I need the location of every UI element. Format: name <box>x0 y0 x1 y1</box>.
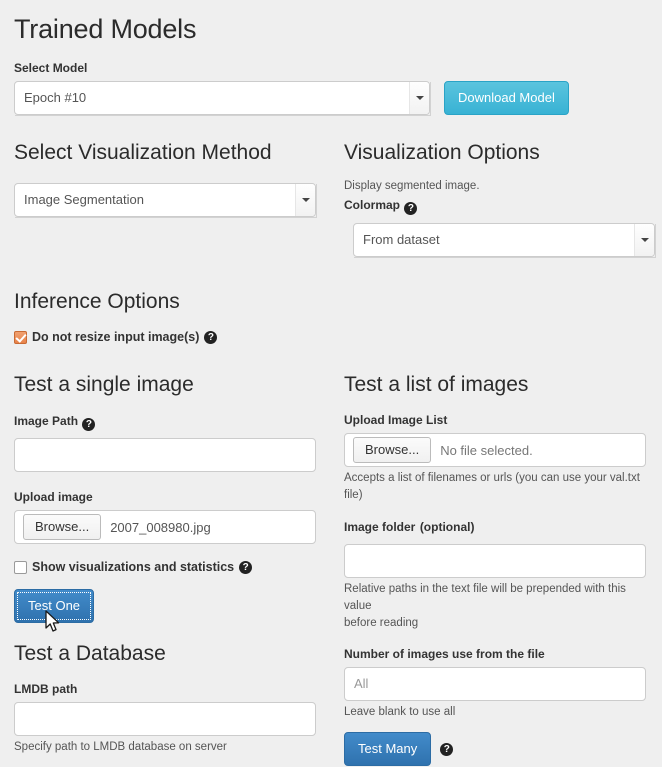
single-image-heading: Test a single image <box>14 373 194 396</box>
image-path-group: Image Path ? <box>14 412 328 472</box>
no-resize-label: Do not resize input image(s) <box>32 330 200 344</box>
num-images-input[interactable]: All <box>344 667 646 701</box>
select-model-group: Select Model Epoch #10 Download Model <box>14 60 648 115</box>
browse-button[interactable]: Browse... <box>353 437 432 463</box>
upload-list-file-input[interactable]: Browse... No file selected. <box>344 433 646 467</box>
test-sections: Test a single image Image Path ? Upload … <box>14 372 648 767</box>
list-images-column: Test a list of images Upload Image List … <box>344 372 648 767</box>
help-icon[interactable]: ? <box>440 742 454 756</box>
no-resize-checkbox-row[interactable]: Do not resize input image(s) ? <box>14 329 648 345</box>
show-visualizations-label: Show visualizations and statistics <box>32 560 235 574</box>
visualization-options-heading: Visualization Options <box>344 141 540 164</box>
show-visualizations-checkbox[interactable] <box>14 560 27 574</box>
upload-image-label: Upload image <box>14 490 93 504</box>
image-folder-group: Image folder (optional) Relative paths i… <box>344 518 648 632</box>
list-images-heading: Test a list of images <box>344 373 529 396</box>
lmdb-path-label: LMDB path <box>14 682 78 696</box>
colormap-select-value[interactable]: From dataset <box>353 223 655 257</box>
help-icon[interactable]: ? <box>404 202 418 215</box>
no-resize-checkbox[interactable] <box>14 330 27 344</box>
visualization-section: Select Visualization Method Image Segmen… <box>14 140 655 257</box>
visualization-method-value[interactable]: Image Segmentation <box>14 183 316 217</box>
upload-list-label: Upload Image List <box>344 413 448 427</box>
download-model-button[interactable]: Download Model <box>444 81 569 115</box>
lmdb-help-text: Specify path to LMDB database on server <box>14 741 227 753</box>
help-icon[interactable]: ? <box>239 560 253 574</box>
visualization-method-select[interactable]: Image Segmentation <box>14 183 316 217</box>
test-many-row: Test Many ? <box>344 732 648 766</box>
test-one-button-wrap: Test One <box>14 589 95 632</box>
image-folder-help-line2: before reading <box>344 617 419 629</box>
show-visualizations-checkbox-row[interactable]: Show visualizations and statistics ? <box>14 559 328 575</box>
image-path-label: Image Path <box>14 414 79 428</box>
colormap-label: Colormap <box>344 198 401 212</box>
model-select-value[interactable]: Epoch #10 <box>14 81 430 115</box>
browse-button[interactable]: Browse... <box>23 514 102 540</box>
select-model-label: Select Model <box>14 61 88 75</box>
image-folder-help-line1: Relative paths in the text file will be … <box>344 583 626 612</box>
image-folder-input[interactable] <box>344 544 646 578</box>
num-images-label: Number of images use from the file <box>344 647 545 661</box>
num-images-group: Number of images use from the file All L… <box>344 646 648 721</box>
trained-models-page: Trained Models Select Model Epoch #10 Do… <box>0 12 662 767</box>
visualization-options-column: Visualization Options Display segmented … <box>344 140 655 257</box>
image-folder-optional-label: (optional) <box>419 520 475 534</box>
visualization-method-heading: Select Visualization Method <box>14 141 272 164</box>
selected-file-name: 2007_008980.jpg <box>110 519 211 535</box>
visualization-method-column: Select Visualization Method Image Segmen… <box>14 140 344 257</box>
upload-image-file-input[interactable]: Browse... 2007_008980.jpg <box>14 510 316 544</box>
inference-options-section: Inference Options Do not resize input im… <box>14 289 648 345</box>
lmdb-path-input[interactable] <box>14 702 316 736</box>
lmdb-group: LMDB path Specify path to LMDB database … <box>14 681 328 756</box>
database-heading: Test a Database <box>14 642 166 665</box>
test-one-button[interactable]: Test One <box>14 589 95 623</box>
test-many-button[interactable]: Test Many <box>344 732 432 766</box>
selected-file-name: No file selected. <box>440 442 533 458</box>
single-image-column: Test a single image Image Path ? Upload … <box>14 372 344 767</box>
image-folder-label: Image folder <box>344 520 416 534</box>
colormap-select[interactable]: From dataset <box>353 223 655 257</box>
image-path-input[interactable] <box>14 438 316 472</box>
help-icon[interactable]: ? <box>82 418 96 431</box>
visualization-options-note: Display segmented image. <box>344 180 480 192</box>
upload-list-help-text: Accepts a list of filenames or urls (you… <box>344 472 640 501</box>
model-select[interactable]: Epoch #10 <box>14 81 430 115</box>
upload-list-group: Upload Image List Browse... No file sele… <box>344 412 648 504</box>
num-images-help-text: Leave blank to use all <box>344 706 456 718</box>
upload-image-group: Upload image Browse... 2007_008980.jpg <box>14 489 328 544</box>
help-icon[interactable]: ? <box>204 330 218 344</box>
inference-options-heading: Inference Options <box>14 290 180 313</box>
page-title: Trained Models <box>14 14 197 44</box>
